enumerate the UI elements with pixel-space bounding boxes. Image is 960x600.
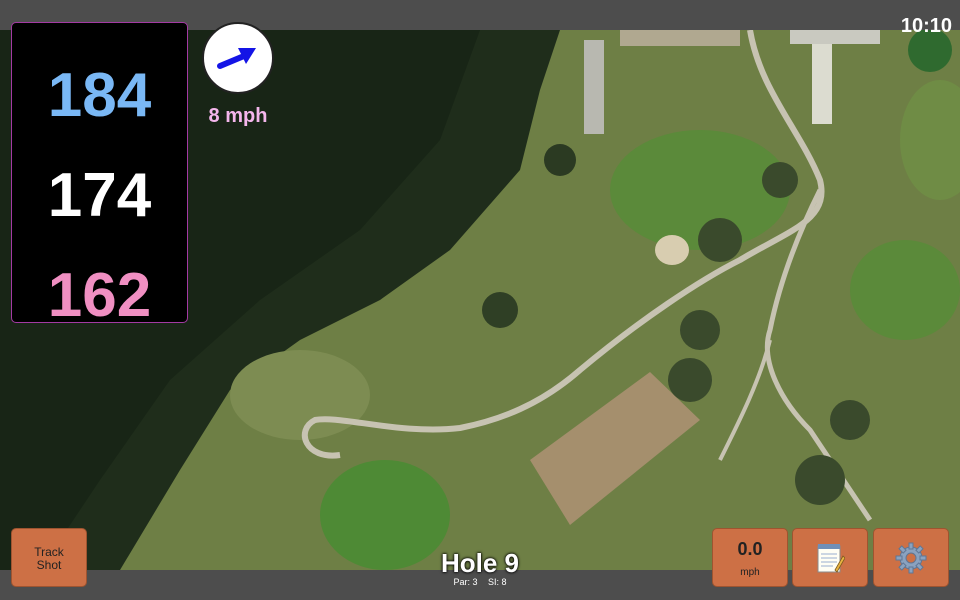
wind-indicator	[202, 22, 274, 94]
hole-info: Par: 3 SI: 8	[380, 577, 580, 588]
wind-speed: 8 mph	[208, 105, 268, 127]
speed-unit: mph	[740, 567, 760, 578]
front-distance: 162	[47, 261, 152, 330]
distance-panel: 184 174 162	[11, 22, 188, 330]
arrow-icon	[217, 48, 256, 69]
settings-button[interactable]	[873, 528, 949, 587]
speed-button[interactable]: 0.0 mph	[712, 528, 788, 587]
back-distance: 184	[47, 61, 152, 130]
notepad-icon	[817, 543, 845, 573]
speed-value: 0.0	[737, 539, 763, 559]
stroke-index-text: SI: 8	[488, 577, 507, 587]
clock: 10:10	[900, 15, 952, 37]
track-shot-label-line2: Shot	[36, 558, 62, 572]
track-shot-button[interactable]: Track Shot	[11, 528, 87, 587]
middle-distance: 174	[47, 161, 152, 230]
scorecard-button[interactable]	[792, 528, 868, 587]
par-text: Par: 3	[453, 577, 478, 587]
track-shot-label-line1: Track	[34, 545, 64, 559]
hole-title: Hole 9	[440, 548, 520, 578]
gear-icon	[895, 542, 927, 573]
